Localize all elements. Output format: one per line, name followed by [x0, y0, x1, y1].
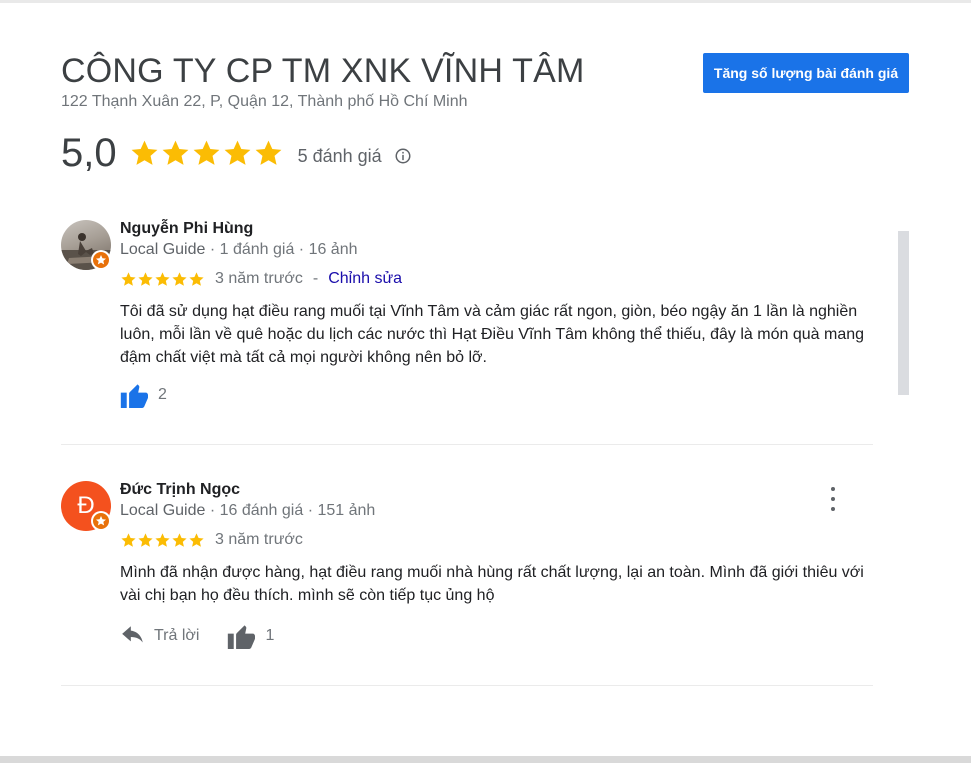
edit-review-link[interactable]: Chỉnh sửa	[328, 270, 402, 288]
review-rating-row: 3 năm trước	[120, 530, 303, 550]
business-name: CÔNG TY CP TM XNK VĨNH TÂM	[61, 52, 585, 90]
review-stars	[120, 271, 205, 288]
review-count: 5 đánh giá	[297, 145, 382, 166]
star-icon	[162, 140, 189, 165]
menu-dot	[831, 487, 835, 491]
star-icon	[193, 140, 220, 165]
review-dialog: CÔNG TY CP TM XNK VĨNH TÂM 122 Thạnh Xuâ…	[0, 0, 971, 763]
rating-stars	[129, 138, 284, 169]
star-icon	[155, 532, 170, 547]
review-text: Tôi đã sử dụng hạt điều rang muối tại Vĩ…	[120, 303, 865, 366]
scrollbar[interactable]	[898, 231, 909, 395]
star-icon	[121, 271, 136, 286]
star-icon	[189, 532, 204, 547]
menu-dot	[831, 497, 835, 501]
reply-label: Trả lời	[154, 627, 200, 644]
review-divider	[61, 444, 873, 445]
like-count: 1	[265, 627, 275, 644]
reviewer-photo-count: 151 ảnh	[317, 502, 376, 519]
meta-separator: ·	[303, 502, 318, 519]
star-icon	[96, 516, 106, 526]
local-guide-badge	[91, 511, 111, 531]
more-vert-icon[interactable]	[829, 487, 837, 511]
review-divider	[61, 685, 873, 686]
review-rating-row: 3 năm trước - Chỉnh sửa	[120, 269, 402, 289]
review-item: Đ Đức Trịnh Ngọc Local Guide · 16 đánh g…	[61, 481, 873, 681]
top-edge	[0, 0, 971, 3]
star-icon	[172, 271, 187, 286]
review-item: Nguyễn Phi Hùng Local Guide · 1 đánh giá…	[61, 220, 873, 420]
local-guide-label: Local Guide	[120, 241, 206, 258]
star-icon	[96, 255, 106, 265]
like-count: 2	[158, 386, 167, 403]
rating-summary: 5,0 5 đánh giá	[61, 128, 412, 178]
reply-arrow-icon	[122, 626, 143, 643]
star-icon	[131, 140, 158, 165]
business-address: 122 Thạnh Xuân 22, P, Quận 12, Thành phố…	[61, 93, 468, 110]
bottom-edge	[0, 756, 971, 763]
reviewer-review-count: 16 đánh giá	[219, 502, 304, 519]
star-icon	[155, 271, 170, 286]
reviewer-photo-count: 16 ảnh	[308, 241, 358, 258]
increase-reviews-button[interactable]: Tăng số lượng bài đánh giá	[703, 53, 909, 93]
meta-separator: ·	[294, 241, 309, 258]
thumb-up-icon	[228, 625, 256, 649]
review-time: 3 năm trước	[215, 531, 303, 548]
local-guide-label: Local Guide	[120, 502, 206, 519]
star-icon	[189, 271, 204, 286]
like-button[interactable]: 1	[227, 623, 274, 649]
reviewer-review-count: 1 đánh giá	[219, 241, 295, 258]
reviewer-meta: Local Guide · 16 đánh giá · 151 ảnh	[120, 502, 375, 520]
meta-separator: ·	[205, 241, 220, 258]
info-circle-icon[interactable]	[394, 147, 412, 165]
local-guide-badge	[91, 250, 111, 270]
reviewer-name[interactable]: Đức Trịnh Ngọc	[120, 481, 240, 499]
star-icon	[224, 140, 251, 165]
reviewer-meta: Local Guide · 1 đánh giá · 16 ảnh	[120, 241, 358, 259]
star-icon	[121, 532, 136, 547]
review-actions: Trả lời 1	[120, 623, 274, 649]
like-button[interactable]: 2	[120, 382, 167, 408]
edit-separator: -	[312, 270, 319, 287]
star-icon	[138, 271, 153, 286]
rating-score: 5,0	[61, 130, 117, 175]
review-stars	[120, 532, 205, 549]
meta-separator: ·	[205, 502, 220, 519]
avatar[interactable]: Đ	[61, 481, 111, 531]
star-icon	[138, 532, 153, 547]
avatar[interactable]	[61, 220, 111, 270]
star-icon	[255, 140, 282, 165]
reply-button[interactable]: Trả lời	[120, 625, 199, 647]
review-text: Mình đã nhận được hàng, hạt điều rang mu…	[120, 564, 864, 604]
thumb-up-icon	[120, 384, 148, 408]
review-time: 3 năm trước	[215, 270, 303, 287]
review-actions: 2	[120, 382, 167, 408]
star-icon	[172, 532, 187, 547]
menu-dot	[831, 507, 835, 511]
reviewer-name[interactable]: Nguyễn Phi Hùng	[120, 220, 253, 238]
